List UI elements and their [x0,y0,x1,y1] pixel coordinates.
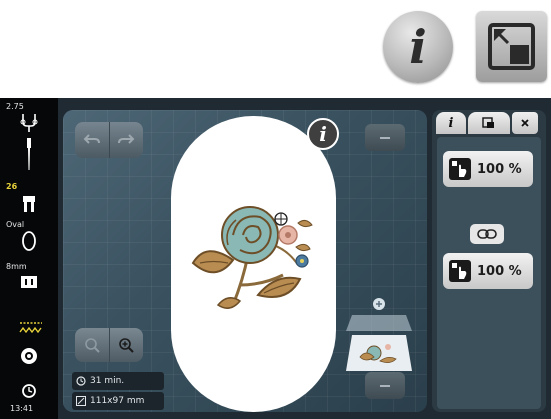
zoom-group [75,328,143,362]
zoom-out-icon [84,338,100,353]
minus-icon [380,384,390,387]
clock-time: 13:41 [10,404,34,413]
presser-foot-icon[interactable] [19,194,39,216]
size-icon [76,396,86,406]
scroll-up-button[interactable] [365,124,405,151]
clock-icon [76,376,86,386]
tab-edit[interactable] [468,112,510,134]
hand-scale-icon [449,158,471,180]
needle-value: 2.75 [6,102,24,111]
panel-tabs: i [436,112,542,136]
link-icon [477,229,497,239]
resize-controls: 100 % 100 % [437,137,541,409]
clock-icon [19,383,39,401]
zoom-out-button[interactable] [75,328,109,362]
time-estimate: 31 min. [90,376,125,386]
scale-height-button[interactable]: 100 % [443,253,533,289]
hand-scale-icon [449,260,471,282]
info-icon: i [319,122,327,146]
proportion-link-button[interactable] [470,224,504,244]
scale-width-button[interactable]: 100 % [443,151,533,187]
resize-button-callout[interactable] [476,11,547,82]
root: i 2.75 26 Oval 8mm 13:41 i 31 min. 111x9… [0,0,551,419]
stitch-pattern-icon[interactable] [19,320,42,338]
hoop-oval-icon[interactable] [19,230,39,254]
design-size-display: 111x97 mm [72,392,164,410]
stitch-time-display: 31 min. [72,372,164,390]
needle-icon[interactable] [19,138,39,174]
bobbin-icon[interactable] [19,346,39,368]
minus-icon [380,136,390,139]
zoom-in-button[interactable] [108,328,144,362]
scale-height-value: 100 % [477,263,522,279]
undo-redo-group [75,122,143,158]
scale-width-value: 100 % [477,161,522,177]
resize-icon [488,23,535,70]
close-button[interactable] [512,112,538,134]
close-icon [521,119,529,127]
tab-info[interactable]: i [436,112,466,134]
stitch-plate-icon[interactable] [19,274,39,292]
right-panel: i 100 % 100 % [432,110,546,412]
thread-tension-icon[interactable] [19,112,39,136]
presser-foot-value: 26 [6,182,18,191]
hoop-label: Oval [6,220,25,229]
design-size: 111x97 mm [90,396,145,406]
edit-design-icon [482,117,494,128]
scroll-down-button[interactable] [365,372,405,399]
thickness-label: 8mm [6,262,27,271]
info-icon: i [448,115,454,131]
embroidery-workspace: i 31 min. 111x97 mm [63,110,427,412]
redo-button[interactable] [108,122,144,158]
info-button[interactable]: i [307,118,339,150]
info-button-callout[interactable]: i [383,11,453,83]
redo-icon [118,134,135,144]
machine-screen: 2.75 26 Oval 8mm 13:41 i 31 min. 111x97 … [0,98,551,419]
zoom-in-icon [119,338,134,353]
undo-button[interactable] [75,122,109,158]
undo-icon [83,134,100,144]
left-status-bar: 2.75 26 Oval 8mm 13:41 [0,98,58,419]
design-layer-preview[interactable] [346,285,412,373]
info-icon: i [409,20,427,74]
rose-embroidery-design[interactable] [188,205,328,315]
